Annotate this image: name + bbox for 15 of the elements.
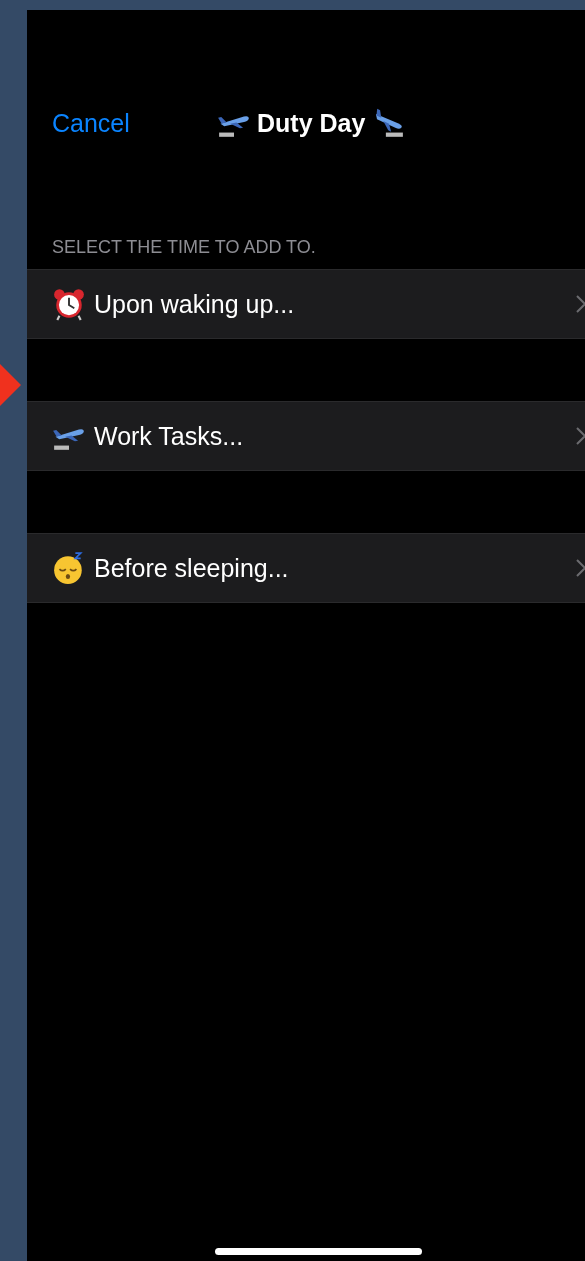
chevron-icon (576, 427, 585, 445)
row-label: Before sleeping... (94, 553, 290, 583)
pointer-icon (0, 364, 21, 406)
row-label: Work Tasks... (94, 421, 245, 451)
alarm-clock-icon (52, 287, 86, 321)
row-label: Upon waking up... (94, 289, 296, 319)
cancel-button[interactable]: Cancel (52, 108, 130, 138)
section-header: SELECT THE TIME TO ADD TO. (52, 237, 317, 259)
list-row[interactable]: Work Tasks... (27, 401, 585, 471)
list-row[interactable]: Upon waking up... (27, 269, 585, 339)
sleeping-emoji-icon (52, 551, 86, 585)
chevron-icon (576, 295, 585, 313)
screen-title: Duty Day (257, 108, 366, 138)
list-row[interactable]: Before sleeping... (27, 533, 585, 603)
chevron-icon (576, 559, 585, 577)
